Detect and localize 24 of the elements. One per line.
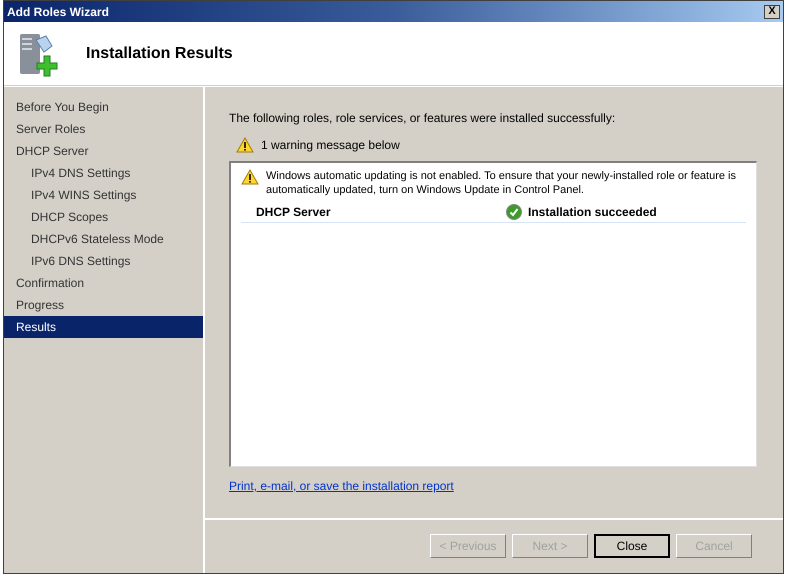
window-title: Add Roles Wizard (7, 4, 109, 20)
warning-icon (241, 169, 259, 185)
role-name: DHCP Server (256, 204, 332, 220)
warning-text: Windows automatic updating is not enabled. To ensure that your newly-installed role or feature is automatically updated, turn on Windows Update in Control Panel. (266, 169, 738, 197)
role-status: Installation succeeded (528, 204, 657, 220)
title-bar-x-button[interactable]: X (764, 4, 780, 18)
intro-text: The following roles, role services, or features were installed successfully: (229, 110, 616, 127)
sidebar-item[interactable]: DHCP Scopes (4, 206, 203, 228)
sidebar-item[interactable]: Progress (4, 294, 203, 316)
sidebar-item[interactable]: IPv4 WINS Settings (4, 184, 203, 206)
sidebar-item[interactable]: IPv6 DNS Settings (4, 250, 203, 272)
warning-summary: 1 warning message below (261, 137, 400, 154)
sidebar-item[interactable]: Server Roles (4, 118, 203, 140)
check-icon (506, 204, 522, 220)
sidebar-item[interactable]: Confirmation (4, 272, 203, 294)
sidebar-item[interactable]: DHCP Server (4, 140, 203, 162)
sidebar-item[interactable]: Results (4, 316, 203, 338)
report-link[interactable]: Print, e-mail, or save the installation report (229, 479, 454, 493)
warning-icon (236, 137, 254, 153)
sidebar-item[interactable]: DHCPv6 Stateless Mode (4, 228, 203, 250)
dialog-button[interactable]: Close (594, 534, 670, 558)
sidebar-item[interactable]: Before You Begin (4, 96, 203, 118)
page-title: Installation Results (86, 44, 233, 64)
sidebar-item[interactable]: IPv4 DNS Settings (4, 162, 203, 184)
